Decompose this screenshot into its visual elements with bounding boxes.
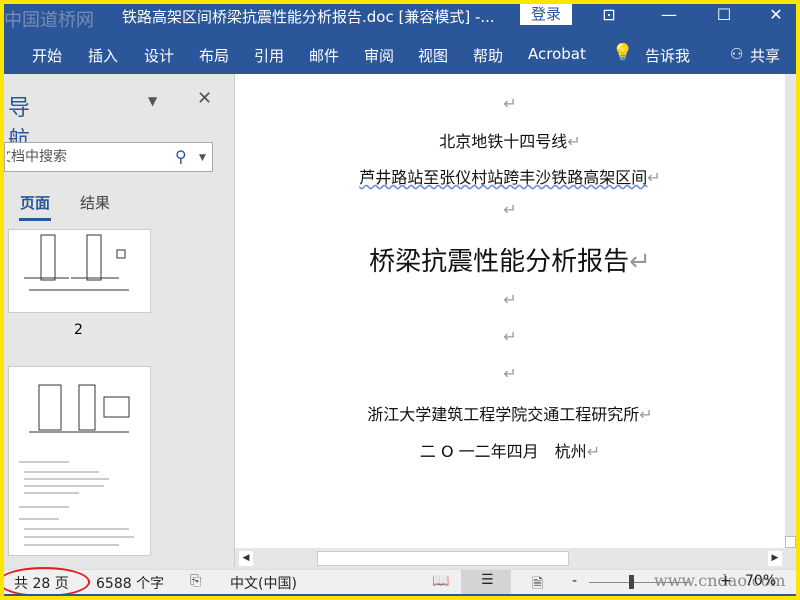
thumbnail-page-number: 2: [74, 322, 83, 338]
doc-empty-line: ↵: [503, 290, 517, 309]
doc-line: 浙江大学建筑工程学院交通工程研究所↵: [367, 405, 653, 424]
document-page[interactable]: ↵ 北京地铁十四号线↵ 芦井路站至张仪村站跨丰沙铁路高架区间↵ ↵ 桥梁抗震性能…: [235, 74, 785, 548]
tab-insert[interactable]: 插入: [88, 45, 118, 66]
nav-options-chevron-icon[interactable]: ▼: [148, 94, 157, 108]
word-count[interactable]: 6588 个字: [96, 573, 164, 593]
login-button[interactable]: 登录: [520, 4, 572, 25]
doc-line: 北京地铁十四号线↵: [439, 132, 581, 151]
lightbulb-icon[interactable]: 💡: [612, 43, 633, 63]
tab-acrobat[interactable]: Acrobat: [528, 45, 586, 63]
proofing-icon[interactable]: ⎘: [190, 573, 201, 589]
vertical-scrollbar[interactable]: [785, 74, 796, 548]
page-thumbnail-2[interactable]: [8, 229, 151, 313]
share-button[interactable]: 共享: [750, 45, 780, 66]
zoom-in-button[interactable]: +: [720, 573, 732, 589]
doc-line: 二 O 一二年四月 杭州↵: [419, 442, 601, 461]
tab-references[interactable]: 引用: [254, 45, 284, 66]
doc-empty-line: ↵: [503, 200, 517, 219]
close-icon[interactable]: ✕: [756, 4, 796, 28]
ribbon-tabs: 开始 插入 设计 布局 引用 邮件 审阅 视图 帮助 Acrobat 💡 告诉我…: [4, 34, 796, 74]
title-bar: 中国道桥网 铁路高架区间桥梁抗震性能分析报告.doc [兼容模式] -... 登…: [4, 4, 796, 34]
web-layout-icon[interactable]: 🗎: [532, 573, 543, 596]
tab-design[interactable]: 设计: [144, 45, 174, 66]
tell-me-button[interactable]: 告诉我: [645, 45, 690, 66]
print-layout-icon: ☰: [481, 572, 494, 588]
minimize-icon[interactable]: —: [649, 4, 689, 28]
doc-line: 芦井路站至张仪村站跨丰沙铁路高架区间↵: [359, 168, 661, 187]
navigation-pane: 导航 ▼ ✕ 在文档中搜索 ⚲ ▼ 页面 结果 2: [4, 74, 235, 568]
zoom-slider-thumb[interactable]: [629, 575, 634, 589]
active-tab-indicator: [19, 218, 51, 221]
word-window: 中国道桥网 铁路高架区间桥梁抗震性能分析报告.doc [兼容模式] -... 登…: [4, 4, 796, 596]
search-input[interactable]: 在文档中搜索 ⚲ ▼: [4, 142, 213, 172]
language[interactable]: 中文(中国): [230, 573, 297, 593]
tab-view[interactable]: 视图: [418, 45, 448, 66]
doc-empty-line: ↵: [503, 364, 517, 383]
doc-empty-line: ↵: [503, 94, 517, 113]
page-thumbnail-3[interactable]: [8, 366, 151, 556]
nav-close-icon[interactable]: ✕: [197, 88, 212, 109]
tab-pages[interactable]: 页面: [20, 192, 50, 213]
doc-empty-line: ↵: [503, 327, 517, 346]
tab-results[interactable]: 结果: [80, 192, 110, 213]
read-mode-icon[interactable]: 📖: [432, 573, 449, 589]
watermark-logo: 中国道桥网: [4, 10, 94, 31]
zoom-level[interactable]: 70%: [745, 573, 776, 589]
search-dropdown-icon[interactable]: ▼: [199, 144, 206, 172]
print-layout-button[interactable]: ☰: [461, 570, 511, 595]
tab-layout[interactable]: 布局: [199, 45, 229, 66]
tab-home[interactable]: 开始: [32, 45, 62, 66]
bottom-accent-line: [4, 594, 796, 596]
drawing-thumbnail: [24, 234, 129, 291]
ribbon-display-options-icon[interactable]: ⊡: [589, 4, 629, 28]
window-title: 铁路高架区间桥梁抗震性能分析报告.doc [兼容模式] -...: [122, 8, 495, 26]
search-icon[interactable]: ⚲: [175, 143, 187, 171]
page-count[interactable]: 共 28 页: [14, 573, 69, 593]
search-placeholder: 在文档中搜索: [7, 149, 67, 165]
person-icon[interactable]: ⚇: [730, 45, 743, 63]
status-bar: 共 28 页 6588 个字 ⎘ 中文(中国) 📖 ☰ 🗎 - www.cnda…: [4, 567, 796, 596]
doc-title: 桥梁抗震性能分析报告↵: [369, 247, 651, 277]
tab-mailings[interactable]: 邮件: [309, 45, 339, 66]
horizontal-scroll-thumb[interactable]: [317, 551, 569, 566]
maximize-icon[interactable]: ☐: [704, 4, 744, 28]
scroll-right-icon[interactable]: ▶: [768, 551, 782, 566]
zoom-out-button[interactable]: -: [572, 573, 577, 589]
tab-help[interactable]: 帮助: [473, 45, 503, 66]
drawing-thumbnail: [19, 384, 134, 546]
tab-review[interactable]: 审阅: [364, 45, 394, 66]
horizontal-scrollbar[interactable]: ◀ ▶: [235, 548, 785, 569]
scroll-left-icon[interactable]: ◀: [239, 551, 253, 566]
